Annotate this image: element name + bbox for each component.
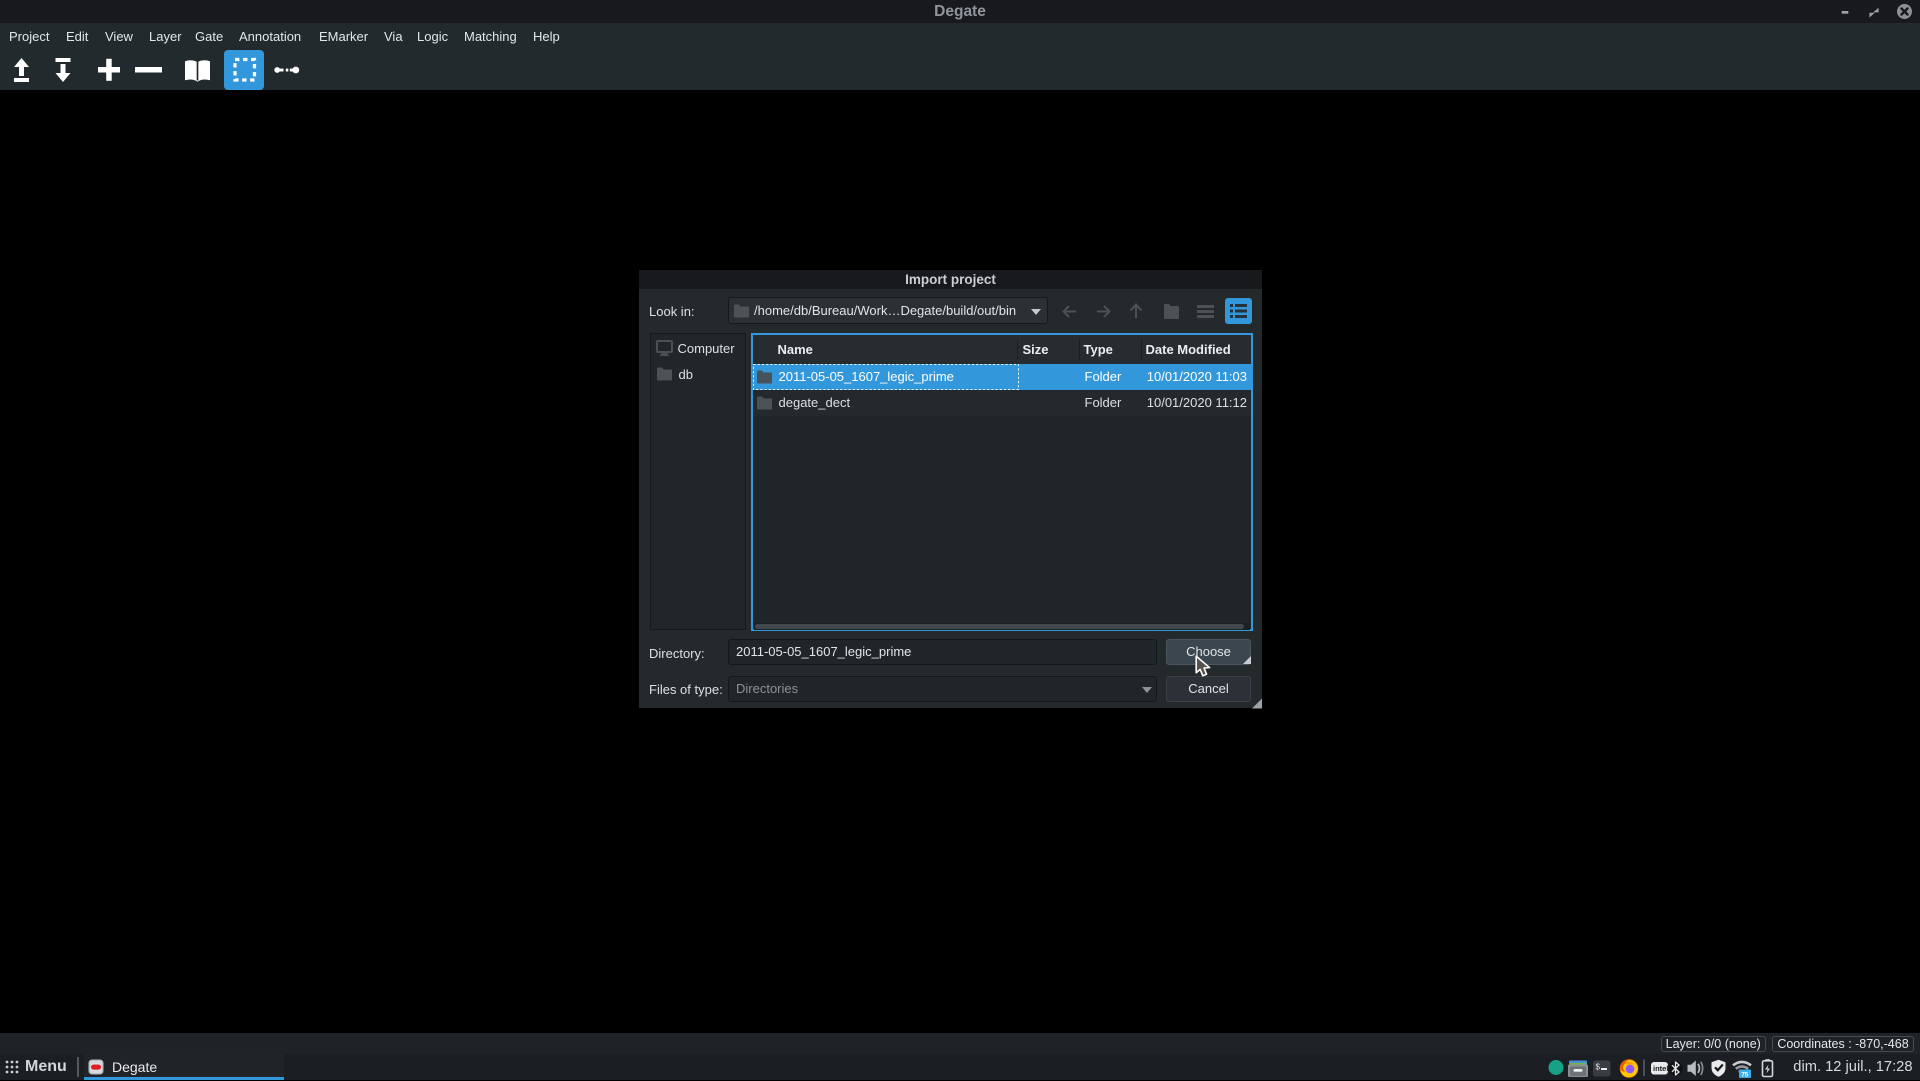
svg-text:75: 75: [1741, 1072, 1749, 1079]
svg-text:$: $: [1596, 1063, 1601, 1072]
svg-text:intel: intel: [1653, 1064, 1668, 1073]
